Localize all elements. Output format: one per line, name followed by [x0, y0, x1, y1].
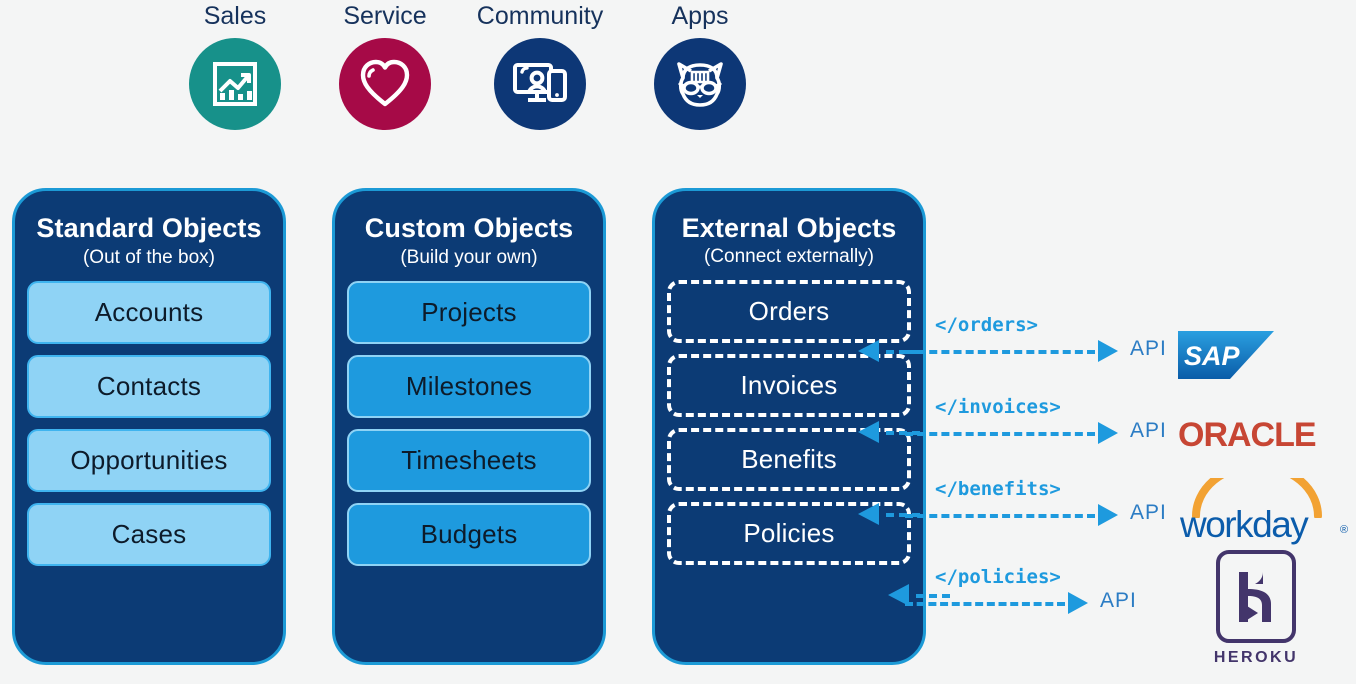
api-label: API [1130, 419, 1167, 442]
object-item-projects[interactable]: Projects [347, 280, 591, 344]
cloud-label-community: Community [476, 2, 604, 30]
object-item-accounts[interactable]: Accounts [27, 280, 271, 344]
chart-growth-icon [189, 38, 281, 130]
card-subtitle: (Out of the box) [82, 247, 215, 269]
object-item-cases[interactable]: Cases [27, 502, 271, 566]
svg-text:SAP: SAP [1184, 341, 1241, 371]
object-item-contacts[interactable]: Contacts [27, 354, 271, 418]
integration-rows: </orders> API SAP </invoices> API ORACLE… [860, 300, 1356, 670]
card-title: External Objects [681, 213, 897, 243]
registered-mark: ® [1340, 524, 1349, 536]
card-title: Standard Objects [36, 213, 262, 243]
cloud-label-apps: Apps [671, 2, 729, 30]
integration-row-sap: </orders> API SAP [860, 314, 1356, 396]
object-item-milestones[interactable]: Milestones [347, 354, 591, 418]
card-custom-objects: Custom Objects (Build your own) Projects… [332, 188, 606, 665]
cloud-apps[interactable]: Apps [620, 4, 780, 130]
arrow-right-icon [1098, 422, 1118, 444]
api-label: API [1100, 589, 1137, 612]
heroku-logo: HEROKU [1178, 550, 1356, 666]
api-label: API [1130, 501, 1167, 524]
einstein-cat-icon [654, 38, 746, 130]
object-list: Accounts Contacts Opportunities Cases [27, 280, 271, 566]
integration-code-policies: </policies> [935, 566, 1061, 588]
integration-row-heroku: </policies> API HEROKU [860, 550, 1356, 666]
heart-icon [339, 38, 431, 130]
cloud-service[interactable]: Service [305, 4, 465, 130]
card-subtitle: (Build your own) [400, 247, 538, 269]
object-list: Projects Milestones Timesheets Budgets [347, 280, 591, 566]
devices-person-icon [494, 38, 586, 130]
cloud-sales[interactable]: Sales [155, 4, 315, 130]
workday-logo: workday ® [1178, 461, 1356, 560]
integration-dashed-line [905, 602, 1065, 606]
cloud-community[interactable]: Community [460, 4, 620, 130]
integration-dashed-line [905, 350, 1095, 354]
oracle-logo: ORACLE [1178, 396, 1356, 478]
object-item-opportunities[interactable]: Opportunities [27, 428, 271, 492]
object-item-timesheets[interactable]: Timesheets [347, 428, 591, 492]
cloud-label-service: Service [343, 2, 427, 30]
heroku-mark-icon [1216, 550, 1296, 643]
cloud-label-sales: Sales [203, 2, 267, 30]
integration-code-invoices: </invoices> [935, 396, 1061, 418]
api-label: API [1130, 337, 1167, 360]
integration-dashed-line [905, 432, 1095, 436]
integration-code-benefits: </benefits> [935, 478, 1061, 500]
oracle-wordmark: ORACLE [1178, 416, 1317, 454]
workday-wordmark: workday [1180, 504, 1309, 545]
arrow-right-icon [1098, 504, 1118, 526]
integration-row-workday: </benefits> API workday ® [860, 461, 1356, 560]
heroku-wordmark: HEROKU [1213, 649, 1299, 666]
integration-dashed-line [905, 514, 1095, 518]
card-title: Custom Objects [364, 213, 574, 243]
integration-code-orders: </orders> [935, 314, 1038, 336]
cloud-icons-row: Sales Service Community Apps [0, 0, 950, 150]
card-subtitle: (Connect externally) [703, 246, 875, 268]
sap-logo: SAP [1178, 314, 1356, 396]
diagram-canvas: Sales Service Community Apps Standard Ob… [0, 0, 1356, 684]
object-item-budgets[interactable]: Budgets [347, 502, 591, 566]
arrow-right-icon [1068, 592, 1088, 614]
card-standard-objects: Standard Objects (Out of the box) Accoun… [12, 188, 286, 665]
arrow-right-icon [1098, 340, 1118, 362]
integration-row-oracle: </invoices> API ORACLE [860, 396, 1356, 478]
